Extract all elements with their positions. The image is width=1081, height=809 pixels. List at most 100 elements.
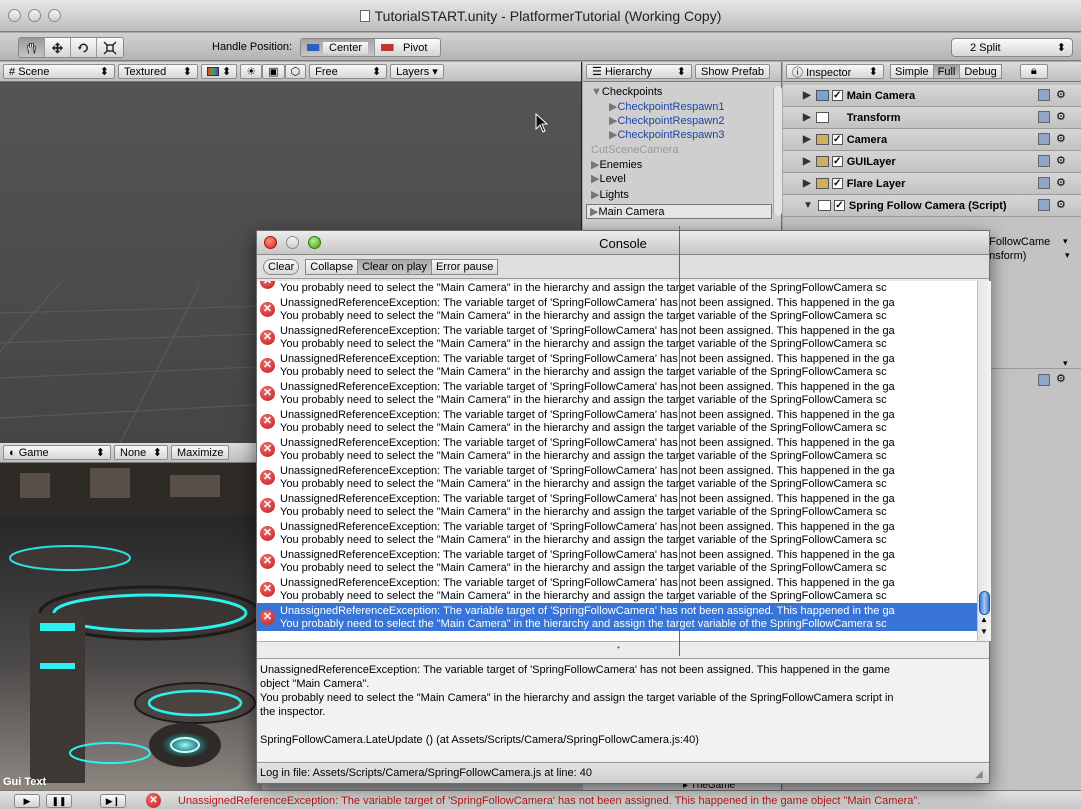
enabled-checkbox[interactable]: ✓ — [831, 90, 843, 101]
hand-tool-icon[interactable] — [19, 38, 45, 57]
hierarchy-item-main-camera[interactable]: ▶Main Camera — [586, 204, 772, 219]
disclosure-closed-icon[interactable]: ▶ — [803, 178, 811, 189]
scroll-down-arrow-icon[interactable]: ▼ — [980, 627, 988, 636]
scene-tab[interactable]: # Scene ⬍ — [3, 64, 115, 79]
scroll-up-arrow-icon[interactable]: ▲ — [980, 615, 988, 624]
hierarchy-item-cutscenecamera[interactable]: CutSceneCamera — [591, 144, 678, 156]
error-pause-toggle[interactable]: Error pause — [431, 258, 499, 275]
render-paths-dropdown[interactable]: ⬍ — [201, 64, 238, 79]
log-entry[interactable]: ✕UnassignedReferenceException: The varia… — [257, 519, 977, 547]
pause-button[interactable]: ❚❚ — [46, 794, 72, 808]
enabled-checkbox[interactable]: ✓ — [831, 156, 843, 167]
clear-button[interactable]: Clear — [263, 258, 300, 275]
disclosure-open-icon[interactable]: ▼ — [591, 86, 602, 98]
view-mode-dropdown[interactable]: Free ⬍ — [309, 64, 388, 79]
disclosure-closed-icon[interactable]: ▶ — [803, 134, 811, 145]
gear-icon[interactable]: ⚙ — [1056, 372, 1066, 385]
log-entry[interactable]: ✕UnassignedReferenceException: The varia… — [257, 547, 977, 575]
help-icon[interactable] — [1038, 111, 1050, 123]
split-handle[interactable]: • — [257, 641, 989, 658]
hierarchy-tab[interactable]: ☰ Hierarchy ⬍ — [586, 64, 692, 79]
gear-icon[interactable]: ⚙ — [1056, 132, 1066, 145]
help-icon[interactable] — [1038, 177, 1050, 189]
enabled-checkbox[interactable]: ✓ — [831, 134, 843, 145]
maximize-on-play-toggle[interactable]: Maximize — [171, 445, 230, 460]
lock-button[interactable]: 🔒︎ — [1019, 64, 1048, 79]
log-entry[interactable]: ✕UnassignedReferenceException: The varia… — [257, 351, 977, 379]
full-button[interactable]: Full — [933, 65, 961, 78]
hierarchy-item-lights[interactable]: ▶Lights — [591, 188, 629, 201]
component-row-transform[interactable]: ▶ Transform ⚙ — [783, 107, 1081, 129]
disclosure-closed-icon[interactable]: ▶ — [803, 90, 811, 101]
render-mode-dropdown[interactable]: Textured ⬍ — [118, 64, 198, 79]
rotate-tool-icon[interactable] — [71, 38, 97, 57]
hierarchy-item-enemies[interactable]: ▶Enemies — [591, 158, 642, 171]
clear-on-play-toggle[interactable]: Clear on play — [358, 258, 432, 275]
play-button[interactable]: ▶ — [14, 794, 40, 808]
log-entry[interactable]: ✕UnassignedReferenceException: The varia… — [257, 435, 977, 463]
gear-icon[interactable]: ⚙ — [1056, 110, 1066, 123]
log-entry[interactable]: ✕UnassignedReferenceException: The varia… — [257, 379, 977, 407]
hierarchy-item-checkpointrespawn1[interactable]: ▶CheckpointRespawn1 — [609, 100, 724, 113]
simple-button[interactable]: Simple — [891, 65, 934, 78]
component-row-main-camera[interactable]: ▶ ✓ Main Camera ⚙ — [783, 85, 1081, 107]
scroll-thumb[interactable] — [979, 591, 990, 615]
inspector-tab[interactable]: ⓘ Inspector ⬍ — [786, 64, 884, 79]
hierarchy-item-checkpointrespawn2[interactable]: ▶CheckpointRespawn2 — [609, 114, 724, 127]
gear-icon[interactable]: ⚙ — [1056, 176, 1066, 189]
status-message[interactable]: UnassignedReferenceException: The variab… — [178, 795, 920, 807]
hierarchy-item-level[interactable]: ▶Level — [591, 172, 626, 185]
show-prefab-button[interactable]: Show Prefab — [695, 64, 770, 79]
log-entry[interactable]: ✕UnassignedReferenceException: The varia… — [257, 603, 977, 631]
log-entry[interactable]: ✕UnassignedReferenceException: The varia… — [257, 463, 977, 491]
log-entry[interactable]: ✕UnassignedReferenceException: The varia… — [257, 575, 977, 603]
layout-dropdown[interactable]: 2 Split ⬍ — [951, 38, 1073, 57]
log-entry[interactable]: ✕UnassignedReferenceException: The varia… — [257, 295, 977, 323]
gear-icon[interactable]: ⚙ — [1056, 154, 1066, 167]
collapse-toggle[interactable]: Collapse — [305, 258, 359, 275]
layers-dropdown[interactable]: Layers ▾ — [390, 64, 444, 79]
enabled-checkbox[interactable]: ✓ — [831, 178, 843, 189]
help-icon[interactable] — [1038, 133, 1050, 145]
resize-grip-icon[interactable]: ◢ — [975, 769, 983, 780]
scene-image-button[interactable]: ▣ — [262, 64, 285, 79]
log-entry[interactable]: ✕UnassignedReferenceException: The varia… — [257, 281, 977, 295]
log-entry[interactable]: ✕UnassignedReferenceException: The varia… — [257, 491, 977, 519]
sun-icon: ☀ — [246, 66, 257, 78]
component-row-camera[interactable]: ▶ ✓ Camera ⚙ — [783, 129, 1081, 151]
error-icon: ✕ — [260, 414, 275, 429]
component-row-flare-layer[interactable]: ▶ ✓ Flare Layer ⚙ — [783, 173, 1081, 195]
target-field[interactable]: gFollowCame — [983, 236, 1050, 248]
disclosure-closed-icon[interactable]: ▶ — [803, 156, 811, 167]
game-render[interactable] — [0, 463, 262, 790]
scale-tool-icon[interactable] — [97, 38, 123, 57]
help-icon[interactable] — [1038, 374, 1050, 386]
console-log-list[interactable]: ✕UnassignedReferenceException: The varia… — [257, 281, 977, 641]
log-entry[interactable]: ✕UnassignedReferenceException: The varia… — [257, 323, 977, 351]
center-button[interactable]: Center — [301, 39, 376, 56]
help-icon[interactable] — [1038, 89, 1050, 101]
log-entry[interactable]: ✕UnassignedReferenceException: The varia… — [257, 407, 977, 435]
component-row-spring-follow-camera-script-[interactable]: ▼ ✓ Spring Follow Camera (Script) ⚙ — [783, 195, 1081, 217]
hierarchy-item-checkpoints[interactable]: ▼Checkpoints — [591, 86, 662, 98]
step-button[interactable]: ▶❙ — [100, 794, 126, 808]
game-tab[interactable]: ◐ Game ⬍ — [3, 445, 111, 460]
component-row-guilayer[interactable]: ▶ ✓ GUILayer ⚙ — [783, 151, 1081, 173]
scene-lighting-button[interactable]: ☀ — [240, 64, 263, 79]
help-icon[interactable] — [1038, 199, 1050, 211]
enabled-checkbox[interactable]: ✓ — [833, 200, 845, 211]
console-titlebar[interactable]: Console — [257, 231, 989, 255]
hierarchy-scrollbar[interactable] — [773, 86, 782, 216]
hierarchy-item-checkpointrespawn3[interactable]: ▶CheckpointRespawn3 — [609, 128, 724, 141]
disclosure-open-icon[interactable]: ▼ — [803, 200, 813, 211]
debug-button[interactable]: Debug — [960, 65, 1001, 78]
gear-icon[interactable]: ⚙ — [1056, 198, 1066, 211]
move-tool-icon[interactable] — [45, 38, 71, 57]
console-log-scrollbar[interactable]: ▲ ▼ — [977, 281, 991, 641]
pivot-button[interactable]: Pivot — [375, 39, 440, 56]
gear-icon[interactable]: ⚙ — [1056, 88, 1066, 101]
scene-audio-button[interactable]: ⬡ — [284, 64, 307, 79]
aspect-dropdown[interactable]: None ⬍ — [114, 445, 168, 460]
help-icon[interactable] — [1038, 155, 1050, 167]
disclosure-closed-icon[interactable]: ▶ — [803, 112, 811, 123]
